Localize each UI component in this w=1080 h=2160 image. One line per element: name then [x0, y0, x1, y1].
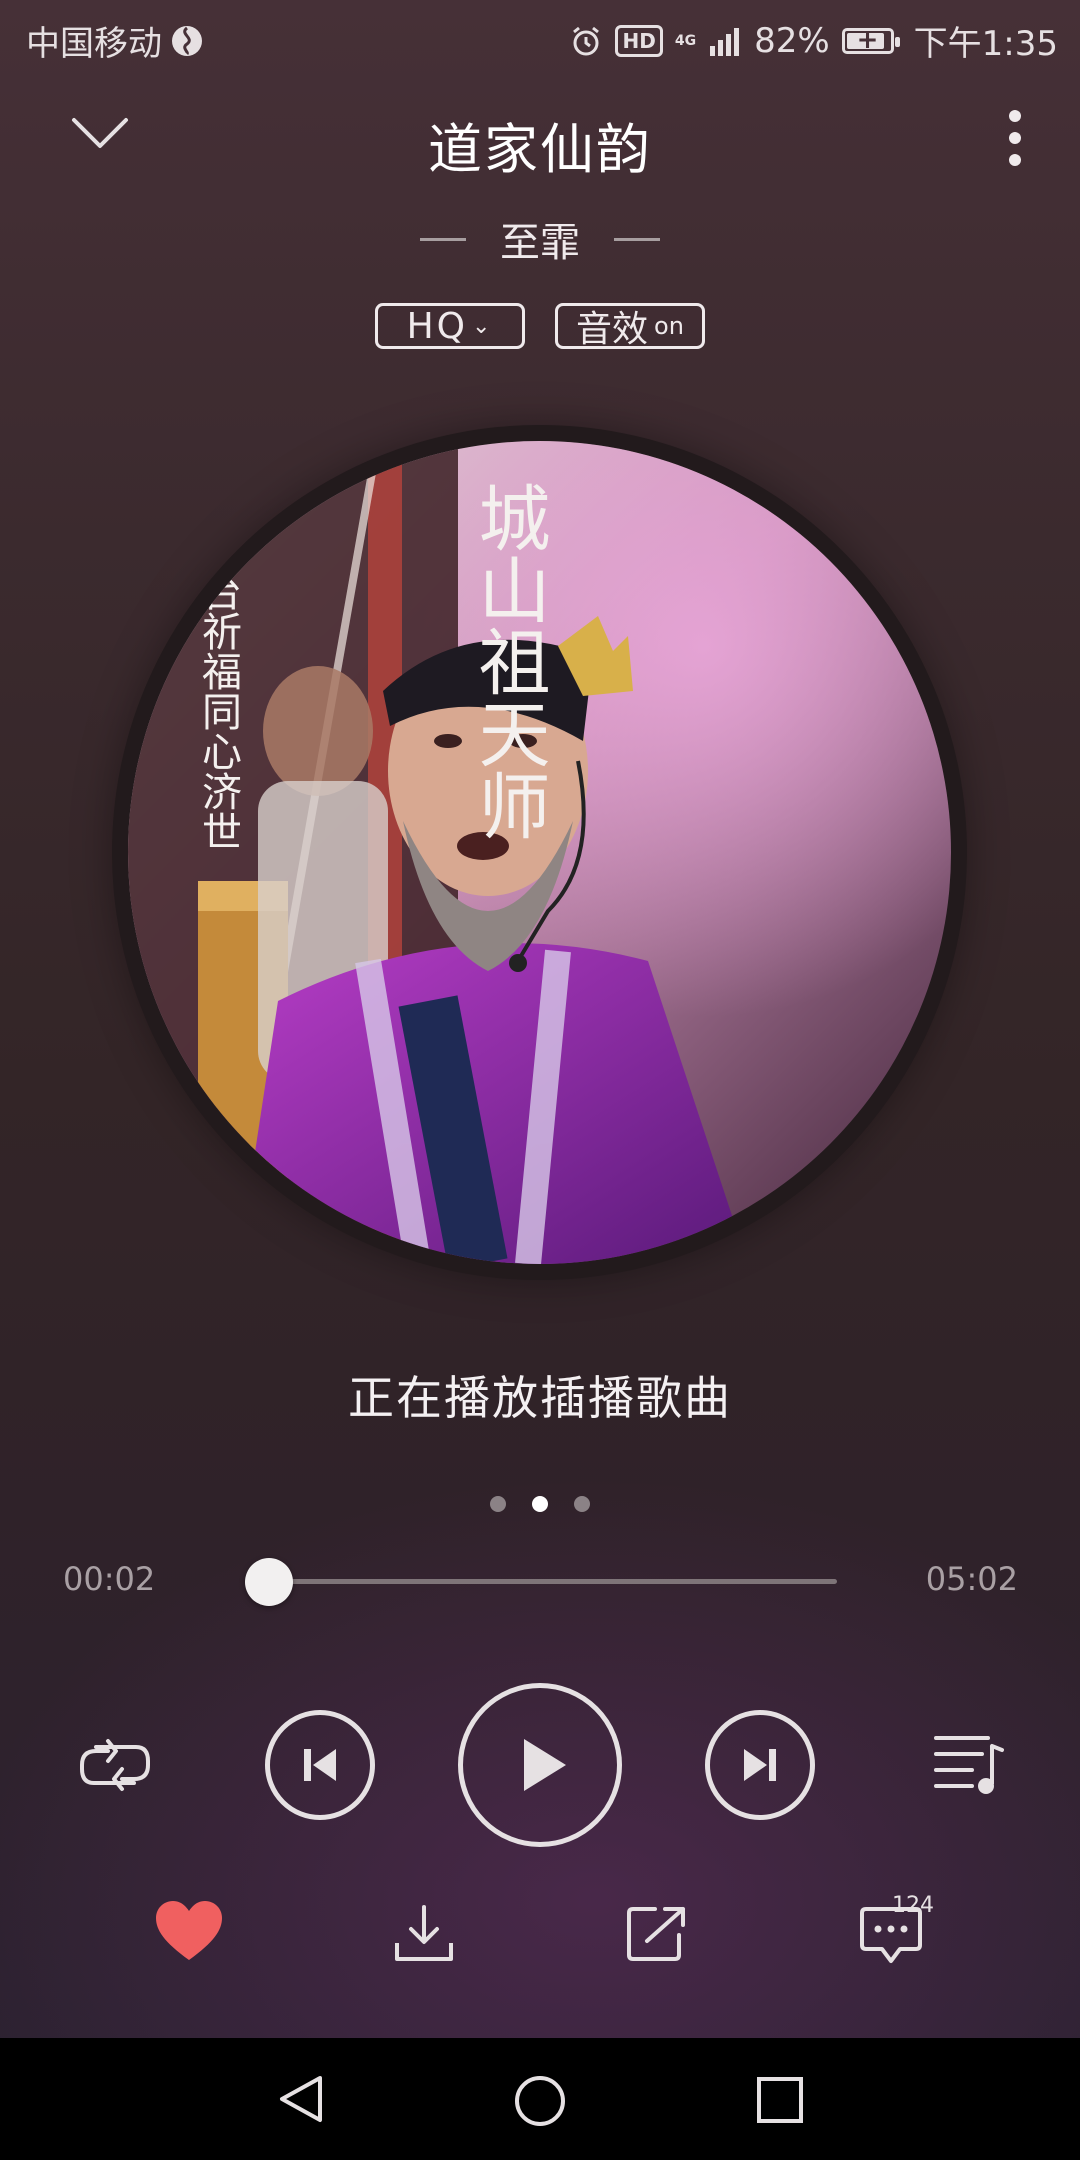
repeat-icon[interactable]	[78, 1735, 152, 1795]
album-cover[interactable]: 城山祖天师 巡台祈福同心济世	[128, 441, 951, 1264]
status-bar: 中国移动 HD 4G 82% + 下午1:35	[0, 0, 1080, 74]
total-duration: 05:02	[925, 1560, 1018, 1598]
quality-button[interactable]: HQ ⌄	[375, 303, 525, 349]
effects-state: on	[654, 312, 684, 340]
carrier-logo-icon	[172, 25, 202, 56]
signal-icon	[710, 27, 740, 56]
recents-nav-icon[interactable]	[756, 2076, 804, 2124]
progress-thumb[interactable]	[245, 1558, 294, 1606]
page-dot[interactable]	[490, 1496, 506, 1512]
page-indicator	[0, 1496, 1080, 1512]
more-options-icon[interactable]	[1005, 108, 1025, 168]
hd-badge: HD	[615, 24, 663, 57]
sound-effects-button[interactable]: 音效 on	[555, 303, 705, 350]
album-cover-art: 城山祖天师 巡台祈福同心济世	[128, 441, 951, 1264]
chevron-down-icon: ⌄	[471, 313, 494, 339]
alarm-icon	[573, 26, 600, 55]
skip-next-icon	[744, 1749, 776, 1781]
status-left: 中国移动	[26, 16, 204, 65]
back-nav-icon[interactable]	[276, 2074, 326, 2124]
playlist-icon[interactable]	[932, 1732, 1004, 1796]
previous-button[interactable]	[265, 1710, 375, 1820]
comment-count: 124	[892, 1893, 934, 1918]
play-button[interactable]	[458, 1683, 622, 1847]
battery-icon: +	[841, 25, 900, 55]
navigation-bar	[0, 2038, 1080, 2160]
page-dot-active[interactable]	[532, 1496, 548, 1512]
skip-previous-icon	[304, 1749, 336, 1781]
network-type: 4G	[674, 32, 697, 49]
effects-label: 音效	[576, 309, 649, 350]
carrier-label: 中国移动	[26, 24, 162, 64]
play-icon	[524, 1739, 566, 1791]
page-dot[interactable]	[574, 1496, 590, 1512]
favorite-heart-icon[interactable]	[154, 1900, 224, 1962]
clock: 下午1:35	[913, 24, 1058, 64]
audio-badges: HQ ⌄ 音效 on	[0, 303, 1080, 350]
progress-track[interactable]	[245, 1579, 837, 1584]
now-playing-text: 正在播放插播歌曲	[348, 1371, 732, 1425]
artist-dash-left	[420, 237, 466, 241]
share-icon[interactable]	[627, 1905, 687, 1963]
cover-calligraphy-main: 城山祖天师	[466, 481, 550, 841]
download-icon[interactable]	[393, 1903, 455, 1965]
next-button[interactable]	[705, 1710, 815, 1820]
artist-dash-right	[614, 237, 660, 241]
song-title: 道家仙韵	[428, 118, 652, 181]
quality-label: HQ	[406, 305, 468, 347]
battery-percent: 82%	[754, 20, 830, 61]
artist-name[interactable]: 至霏	[500, 210, 580, 268]
artist-row: 至霏	[0, 210, 1080, 268]
home-nav-icon[interactable]	[513, 2074, 567, 2128]
current-time: 00:02	[63, 1560, 156, 1598]
status-right: HD 4G 82% + 下午1:35	[569, 16, 1058, 65]
